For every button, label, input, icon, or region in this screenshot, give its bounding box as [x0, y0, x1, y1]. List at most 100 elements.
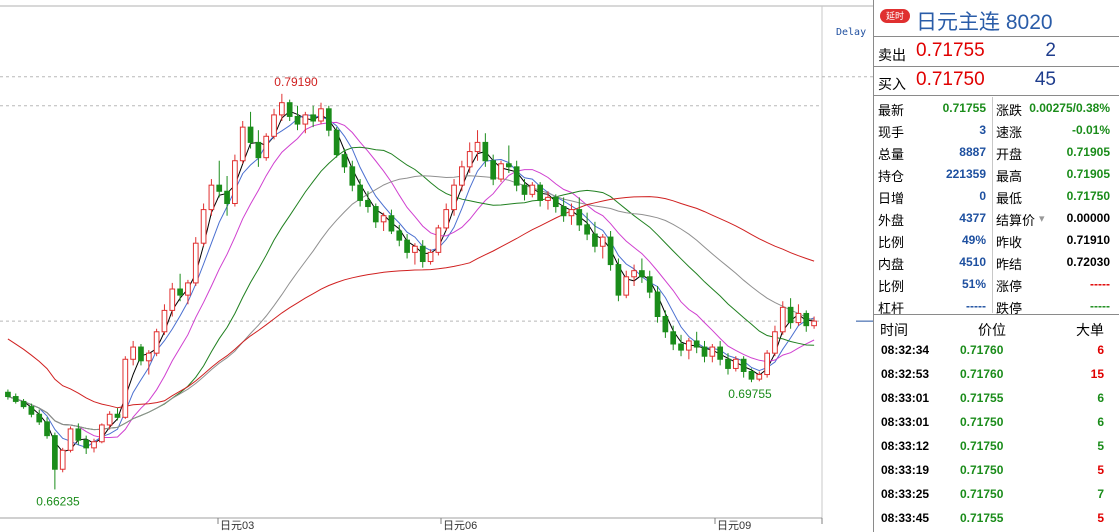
candle-body[interactable]	[83, 439, 90, 449]
candle-body[interactable]	[325, 108, 332, 131]
candle-body[interactable]	[584, 224, 590, 235]
candle-body[interactable]	[482, 141, 489, 162]
candle-body[interactable]	[764, 352, 770, 376]
candle-body[interactable]	[537, 184, 543, 201]
candle-body[interactable]	[310, 114, 317, 122]
candle-body[interactable]	[803, 312, 810, 327]
candle-body[interactable]	[686, 340, 692, 351]
candle-body[interactable]	[153, 331, 160, 354]
candle-body[interactable]	[255, 141, 262, 159]
candle-body[interactable]	[545, 196, 551, 201]
candle-body[interactable]	[623, 276, 630, 296]
candle-body[interactable]	[396, 230, 403, 241]
candle-body[interactable]	[404, 239, 410, 253]
candle-body[interactable]	[185, 282, 191, 296]
candle-body[interactable]	[122, 358, 129, 418]
candle-body[interactable]	[451, 184, 457, 211]
candle-body[interactable]	[98, 424, 105, 443]
candle-body[interactable]	[138, 346, 144, 362]
candle-body[interactable]	[670, 331, 677, 345]
candle-body[interactable]	[318, 108, 324, 122]
candle-body[interactable]	[466, 151, 473, 168]
candle-body[interactable]	[568, 209, 575, 217]
candle-body[interactable]	[59, 449, 66, 470]
candle-body[interactable]	[427, 251, 434, 263]
candle-body[interactable]	[435, 227, 442, 253]
tick-row[interactable]: 08:33:19 0.71750 5	[874, 458, 1119, 482]
candle-body[interactable]	[717, 346, 724, 360]
candle-body[interactable]	[599, 236, 606, 247]
candle-body[interactable]	[631, 270, 637, 278]
candle-body[interactable]	[552, 196, 559, 208]
candle-body[interactable]	[365, 199, 371, 208]
kline-chart-svg[interactable]: Delay 0.79190 0.66235 0.69755 日元03 日元06 日元09	[0, 0, 873, 532]
candle-body[interactable]	[52, 435, 58, 470]
contract-title[interactable]: 日元主连 8020	[916, 6, 1053, 36]
candle-body[interactable]	[576, 209, 583, 226]
candle-body[interactable]	[693, 340, 700, 348]
candle-body[interactable]	[772, 331, 778, 354]
tick-row[interactable]: 08:32:34 0.71760 6	[874, 338, 1119, 362]
candle-body[interactable]	[224, 190, 230, 204]
candle-body[interactable]	[349, 166, 356, 186]
candle-body[interactable]	[646, 276, 653, 293]
candle-body[interactable]	[419, 245, 426, 263]
candle-body[interactable]	[208, 184, 215, 211]
candle-body[interactable]	[271, 114, 277, 137]
candle-body[interactable]	[130, 346, 136, 360]
candle-body[interactable]	[459, 166, 465, 186]
candle-body[interactable]	[91, 441, 97, 449]
tick-row[interactable]: 08:33:12 0.71750 5	[874, 434, 1119, 458]
candle-body[interactable]	[302, 114, 309, 125]
candle-body[interactable]	[498, 163, 504, 180]
kline-chart[interactable]: Delay 0.79190 0.66235 0.69755 日元03 日元06 日元09	[0, 0, 873, 532]
candle-body[interactable]	[286, 102, 293, 117]
candle-body[interactable]	[490, 160, 497, 180]
dropdown-caret-icon[interactable]: ▾	[1039, 212, 1045, 225]
candle-body[interactable]	[239, 126, 246, 162]
candle-body[interactable]	[279, 102, 285, 116]
candle-body[interactable]	[169, 288, 176, 311]
candle-body[interactable]	[678, 343, 684, 351]
candle-body[interactable]	[145, 352, 152, 362]
tick-row[interactable]: 08:33:25 0.71750 7	[874, 482, 1119, 506]
candle-body[interactable]	[795, 312, 802, 324]
candle-body[interactable]	[412, 245, 418, 253]
candle-body[interactable]	[779, 306, 786, 333]
candle-body[interactable]	[75, 428, 82, 441]
candle-body[interactable]	[787, 306, 794, 324]
candle-body[interactable]	[177, 288, 183, 296]
candle-body[interactable]	[357, 184, 363, 201]
candle-body[interactable]	[200, 209, 207, 244]
candle-body[interactable]	[639, 270, 645, 278]
candle-body[interactable]	[161, 309, 168, 333]
candle-body[interactable]	[67, 428, 74, 451]
candle-body[interactable]	[341, 154, 348, 168]
candle-body[interactable]	[709, 346, 716, 357]
candle-body[interactable]	[28, 406, 35, 415]
candle-body[interactable]	[513, 166, 520, 186]
candle-body[interactable]	[662, 316, 669, 333]
candle-body[interactable]	[44, 421, 50, 437]
tick-row[interactable]: 08:33:01 0.71755 6	[874, 386, 1119, 410]
candle-body[interactable]	[521, 184, 528, 195]
candle-body[interactable]	[36, 413, 43, 423]
candle-body[interactable]	[529, 184, 536, 195]
candle-body[interactable]	[5, 391, 11, 398]
candle-body[interactable]	[20, 400, 27, 408]
tick-row[interactable]: 08:32:53 0.71760 15	[874, 362, 1119, 386]
candle-body[interactable]	[654, 291, 661, 318]
candle-body[interactable]	[560, 206, 567, 217]
candle-body[interactable]	[106, 413, 113, 426]
tick-row[interactable]: 08:33:01 0.71750 6	[874, 410, 1119, 434]
candle-body[interactable]	[333, 129, 340, 156]
candle-body[interactable]	[615, 264, 622, 296]
candle-body[interactable]	[372, 206, 379, 223]
candle-body[interactable]	[247, 126, 254, 143]
candle-body[interactable]	[388, 215, 395, 232]
candle-body[interactable]	[232, 160, 238, 204]
candle-body[interactable]	[294, 115, 301, 125]
candle-body[interactable]	[114, 413, 121, 418]
candle-body[interactable]	[725, 358, 731, 369]
candle-body[interactable]	[756, 374, 763, 380]
